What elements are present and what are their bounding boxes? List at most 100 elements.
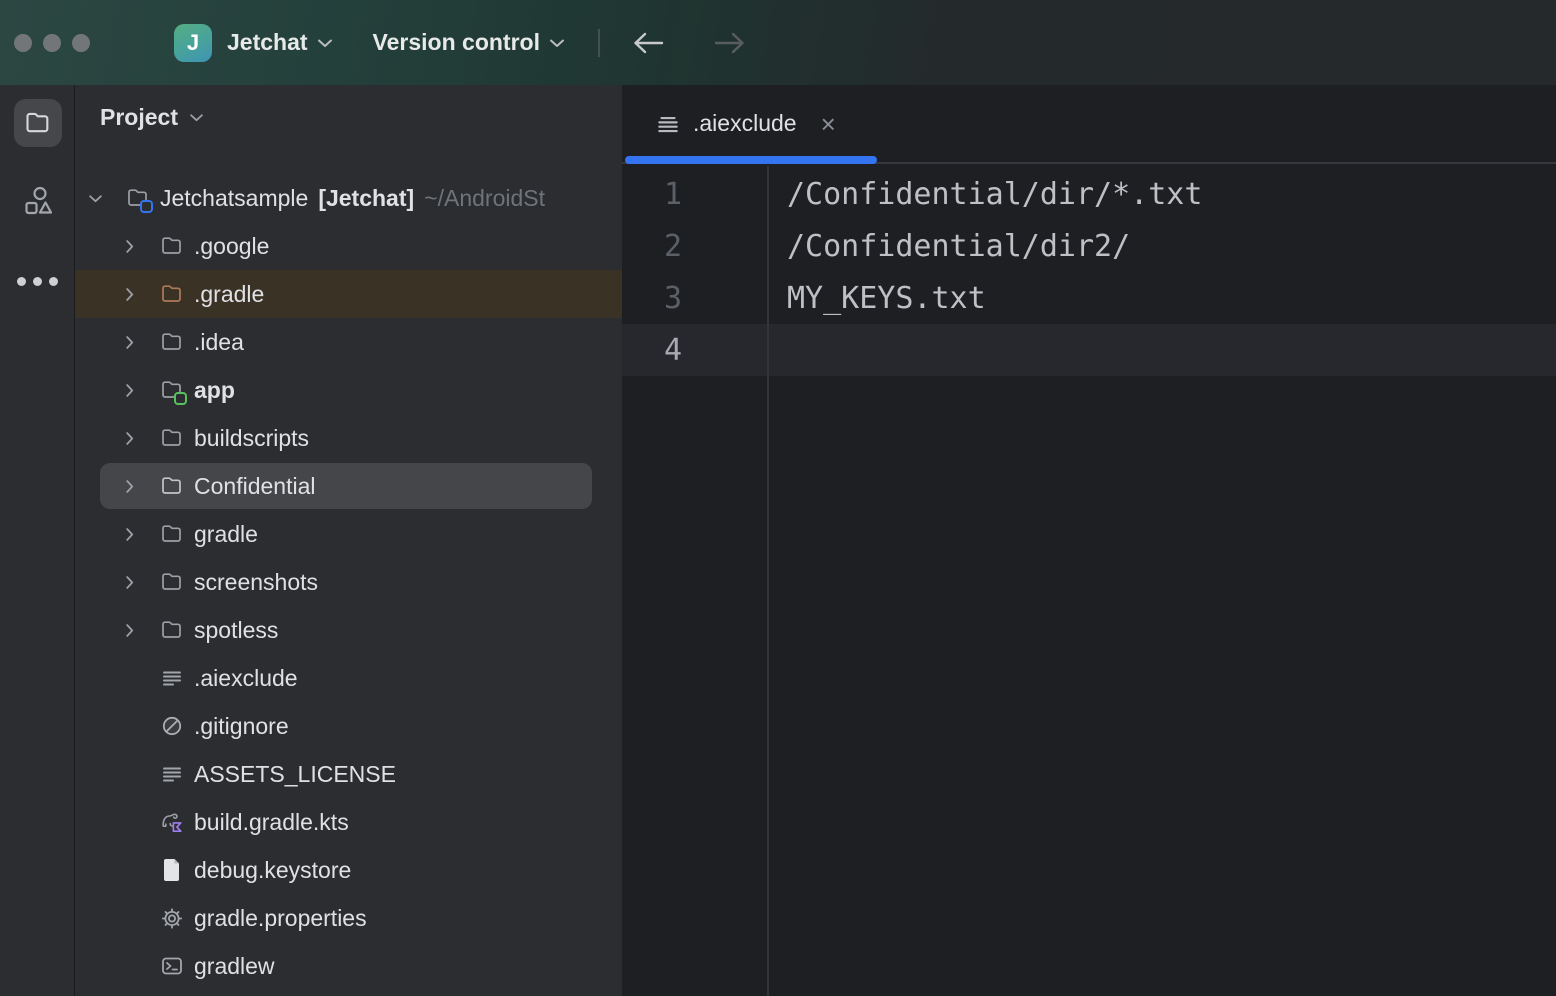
navigate-back-button[interactable] [630, 29, 666, 57]
ignored-file-icon [160, 714, 184, 738]
tab-label: .aiexclude [693, 110, 797, 137]
project-tool-window-button[interactable] [14, 99, 62, 147]
gear-icon [160, 906, 184, 930]
chevron-down-icon [549, 38, 565, 48]
zoom-window-button[interactable] [72, 34, 90, 52]
android-studio-window: J Jetchat Version control [0, 0, 1556, 996]
more-tool-windows-button[interactable] [0, 277, 75, 286]
editor-tab-aiexclude[interactable]: .aiexclude × [622, 85, 836, 162]
tree-item-module: [Jetchat] [318, 185, 414, 212]
line-text: /Confidential/dir2/ [787, 229, 1130, 264]
minimize-window-button[interactable] [43, 34, 61, 52]
close-window-button[interactable] [14, 34, 32, 52]
text-file-icon [655, 111, 681, 137]
arrow-right-icon [712, 29, 748, 57]
tree-row-debug-keystore[interactable]: debug.keystore [75, 846, 622, 894]
folder-icon [160, 570, 184, 594]
chevron-down-icon[interactable] [86, 189, 104, 207]
tree-row-gitignore[interactable]: .gitignore [75, 702, 622, 750]
tree-item-label: app [194, 377, 235, 404]
folder-icon [160, 234, 184, 258]
tool-window-rail [0, 85, 75, 996]
code-editor[interactable]: 1 /Confidential/dir/*.txt 2 /Confidentia… [622, 166, 1556, 996]
chevron-right-icon[interactable] [120, 285, 138, 303]
text-file-icon [160, 666, 184, 690]
project-view-selector[interactable]: Project [75, 85, 622, 149]
line-number: 1 [622, 177, 682, 212]
tree-item-label: .gradle [194, 281, 264, 308]
chevron-right-icon[interactable] [120, 429, 138, 447]
folder-icon [160, 474, 184, 498]
folder-icon [160, 522, 184, 546]
folder-icon [160, 426, 184, 450]
vcs-widget-label: Version control [373, 29, 540, 56]
resource-manager-button[interactable] [21, 184, 55, 218]
chevron-down-icon [189, 113, 204, 122]
tree-item-label: .gitignore [194, 713, 289, 740]
tree-row-gradle-dot[interactable]: .gradle [75, 270, 622, 318]
module-folder-icon [160, 378, 184, 402]
line-number: 2 [622, 229, 682, 264]
tree-row-gradle[interactable]: gradle [75, 510, 622, 558]
code-line[interactable]: 1 /Confidential/dir/*.txt [622, 168, 1556, 220]
tree-row-build-gradle-kts[interactable]: build.gradle.kts [75, 798, 622, 846]
line-text: /Confidential/dir/*.txt [787, 177, 1202, 212]
more-dots-icon [49, 277, 58, 286]
file-icon [160, 858, 184, 882]
project-avatar[interactable]: J [174, 24, 212, 62]
tree-row-assets-license[interactable]: ASSETS_LICENSE [75, 750, 622, 798]
more-dots-icon [17, 277, 26, 286]
chevron-right-icon[interactable] [120, 621, 138, 639]
line-number: 4 [622, 333, 682, 368]
tree-item-label: Jetchatsample [160, 185, 308, 212]
more-dots-icon [33, 277, 42, 286]
folder-icon [160, 282, 184, 306]
tree-row-gradle-properties[interactable]: gradle.properties [75, 894, 622, 942]
code-line[interactable]: 2 /Confidential/dir2/ [622, 220, 1556, 272]
chevron-down-icon [317, 38, 333, 48]
tab-close-icon[interactable]: × [821, 111, 836, 137]
vcs-widget[interactable]: Version control [373, 29, 565, 56]
chevron-right-icon[interactable] [120, 477, 138, 495]
tree-item-label: gradle [194, 521, 258, 548]
tree-item-label: screenshots [194, 569, 318, 596]
tree-item-label: Confidential [194, 473, 315, 500]
macos-traffic-lights[interactable] [14, 34, 90, 52]
tree-item-label: debug.keystore [194, 857, 351, 884]
active-tab-indicator [625, 156, 877, 164]
tree-row-screenshots[interactable]: screenshots [75, 558, 622, 606]
tree-item-label: buildscripts [194, 425, 309, 452]
tree-row-buildscripts[interactable]: buildscripts [75, 414, 622, 462]
tree-item-label: .google [194, 233, 269, 260]
tree-row-project-root[interactable]: Jetchatsample [Jetchat] ~/AndroidSt [75, 174, 622, 222]
folder-icon [160, 618, 184, 642]
tree-row-app[interactable]: app [75, 366, 622, 414]
code-line-current[interactable]: 4 [622, 324, 1556, 376]
titlebar-separator [598, 29, 600, 57]
project-root-folder-icon [126, 186, 150, 210]
line-text: MY_KEYS.txt [787, 281, 986, 316]
line-number: 3 [622, 281, 682, 316]
chevron-right-icon[interactable] [120, 525, 138, 543]
tree-item-label: .aiexclude [194, 665, 298, 692]
tree-item-label: gradlew [194, 953, 275, 980]
chevron-right-icon[interactable] [120, 333, 138, 351]
text-file-icon [160, 762, 184, 786]
chevron-right-icon[interactable] [120, 381, 138, 399]
titlebar: J Jetchat Version control [0, 0, 1556, 85]
tree-item-label: ASSETS_LICENSE [194, 761, 396, 788]
project-view-label: Project [100, 104, 178, 131]
chevron-right-icon[interactable] [120, 237, 138, 255]
tree-row-gradlew[interactable]: gradlew [75, 942, 622, 990]
project-switcher[interactable]: Jetchat [212, 29, 333, 56]
tree-row-google[interactable]: .google [75, 222, 622, 270]
project-panel: Project Jetchatsample [Jetchat] [75, 85, 622, 996]
tree-row-aiexclude[interactable]: .aiexclude [75, 654, 622, 702]
tree-row-confidential[interactable]: Confidential [75, 462, 622, 510]
navigate-forward-button[interactable] [712, 29, 748, 57]
tree-row-idea[interactable]: .idea [75, 318, 622, 366]
code-line[interactable]: 3 MY_KEYS.txt [622, 272, 1556, 324]
tree-item-path: ~/AndroidSt [424, 185, 545, 212]
tree-row-spotless[interactable]: spotless [75, 606, 622, 654]
chevron-right-icon[interactable] [120, 573, 138, 591]
